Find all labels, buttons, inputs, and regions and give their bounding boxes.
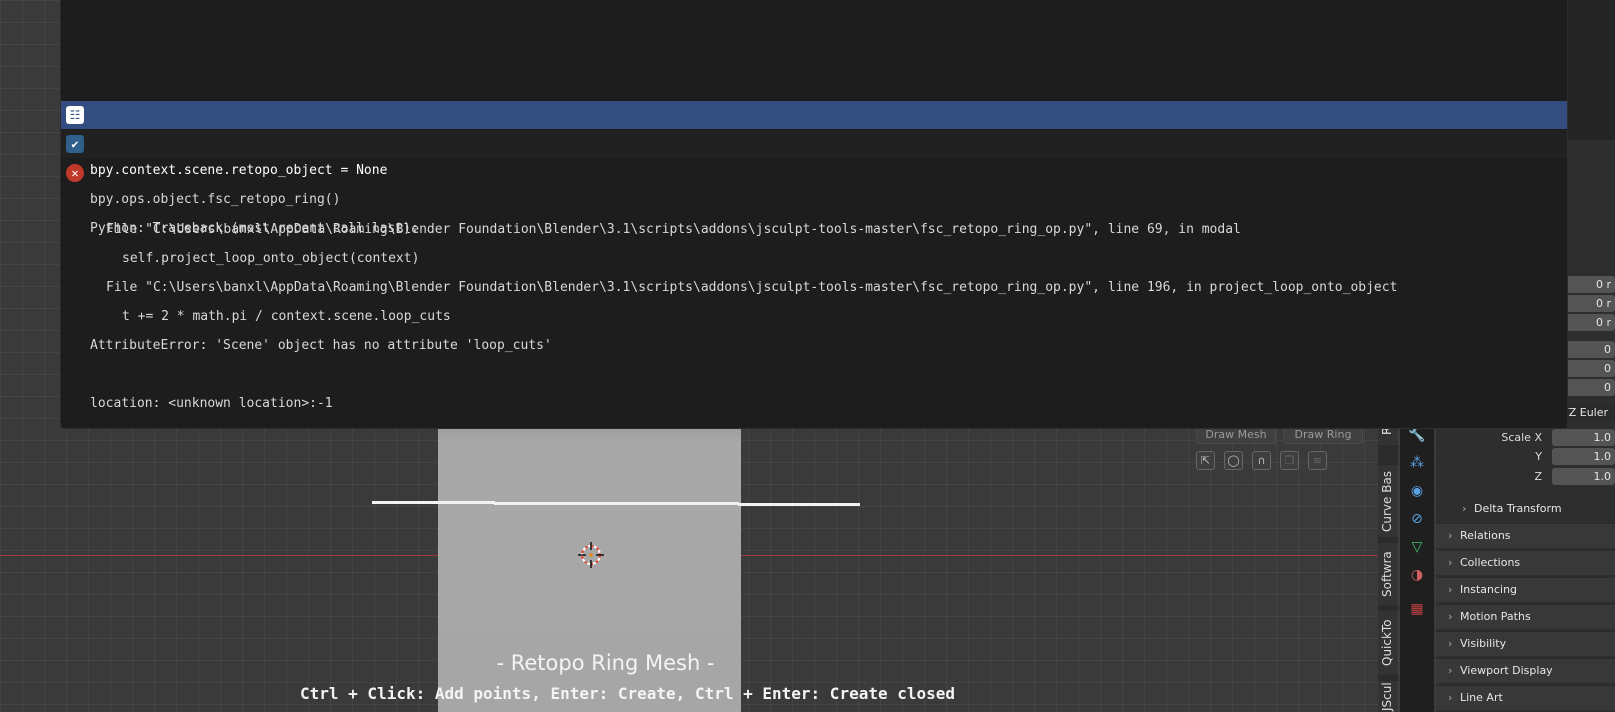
section-viewport-display[interactable]: › Viewport Display xyxy=(1436,658,1615,683)
ring-stroke-2 xyxy=(494,502,739,505)
tab-jscul[interactable]: JScul xyxy=(1378,681,1399,712)
operator-hint: Ctrl + Click: Add points, Enter: Create,… xyxy=(300,684,956,703)
constraints-icon[interactable]: ⊘ xyxy=(1408,510,1426,528)
console-line-file-1[interactable]: File "C:\Users\banxl\AppData\Roaming\Ble… xyxy=(61,188,1567,237)
section-visibility[interactable]: › Visibility xyxy=(1436,631,1615,656)
section-delta-transform[interactable]: › Delta Transform xyxy=(1436,497,1615,521)
property-icon: ☷ xyxy=(66,106,84,124)
section-motion-paths[interactable]: › Motion Paths xyxy=(1436,604,1615,629)
section-collections[interactable]: › Collections xyxy=(1436,550,1615,575)
console-line-location[interactable]: location: <unknown location>:-1 xyxy=(61,362,1567,411)
ring-icon[interactable]: ◯ xyxy=(1224,451,1243,470)
physics-icon[interactable]: ◉ xyxy=(1408,482,1426,500)
copy-icon[interactable]: ❐ xyxy=(1280,451,1299,470)
tab-softwra[interactable]: Softwra xyxy=(1378,543,1399,605)
chevron-right-icon: › xyxy=(1462,502,1467,515)
ring-stroke-1 xyxy=(372,501,495,504)
scale-x-field[interactable]: 1.0 xyxy=(1552,429,1615,446)
console-line-operator[interactable]: ✔ bpy.ops.object.fsc_retopo_ring() xyxy=(61,130,1567,207)
particles-icon[interactable]: ⁂ xyxy=(1408,454,1426,472)
arch-icon[interactable]: ∩ xyxy=(1252,451,1271,470)
scale-z-label: Z xyxy=(1534,470,1542,483)
tab-curve-bas[interactable]: Curve Bas xyxy=(1378,465,1399,537)
scale-z-field[interactable]: 1.0 xyxy=(1552,468,1615,485)
chevron-right-icon: › xyxy=(1448,691,1453,704)
export-icon[interactable]: ⇱ xyxy=(1196,451,1215,470)
console-line-error[interactable]: AttributeError: 'Scene' object has no at… xyxy=(61,304,1567,353)
console-line-file-2[interactable]: File "C:\Users\banxl\AppData\Roaming\Ble… xyxy=(61,246,1567,295)
stack-icon[interactable]: ≡ xyxy=(1308,451,1327,470)
chevron-right-icon: › xyxy=(1448,556,1453,569)
chevron-right-icon: › xyxy=(1448,583,1453,596)
error-icon: ✕ xyxy=(66,164,84,182)
chevron-right-icon: › xyxy=(1448,664,1453,677)
scale-y-label: Y xyxy=(1535,450,1542,463)
checkmark-icon: ✔ xyxy=(66,135,84,153)
console-line-retopo-object[interactable]: ☷ bpy.context.scene.retopo_object = None xyxy=(61,101,1567,178)
info-console[interactable]: ☷ bpy.context.scene.retopo_object = None… xyxy=(60,0,1568,429)
chevron-right-icon: › xyxy=(1448,529,1453,542)
scale-y-field[interactable]: 1.0 xyxy=(1552,448,1615,465)
console-line-traceback[interactable]: ✕ Python: Traceback (most recent call la… xyxy=(61,159,1567,236)
operator-title: - Retopo Ring Mesh - xyxy=(496,651,715,675)
section-line-art[interactable]: › Line Art xyxy=(1436,685,1615,710)
chevron-right-icon: › xyxy=(1448,637,1453,650)
console-line-code-2[interactable]: t += 2 * math.pi / context.scene.loop_cu… xyxy=(61,275,1567,324)
chevron-right-icon: › xyxy=(1448,610,1453,623)
material-icon[interactable]: ◑ xyxy=(1408,566,1426,584)
sidebar-tabs: Rar Curve Bas Softwra QuickTo JScul xyxy=(1378,405,1399,712)
ring-stroke-3 xyxy=(738,503,860,506)
section-relations[interactable]: › Relations xyxy=(1436,523,1615,548)
3d-cursor-icon[interactable] xyxy=(578,542,604,568)
scale-x-label: Scale X xyxy=(1501,431,1542,444)
texture-icon[interactable]: ▦ xyxy=(1408,600,1426,618)
section-instancing[interactable]: › Instancing xyxy=(1436,577,1615,602)
tab-quickto[interactable]: QuickTo xyxy=(1378,611,1399,675)
console-line-code-1[interactable]: self.project_loop_onto_object(context) xyxy=(61,217,1567,266)
mesh-data-icon[interactable]: ▽ xyxy=(1408,538,1426,556)
